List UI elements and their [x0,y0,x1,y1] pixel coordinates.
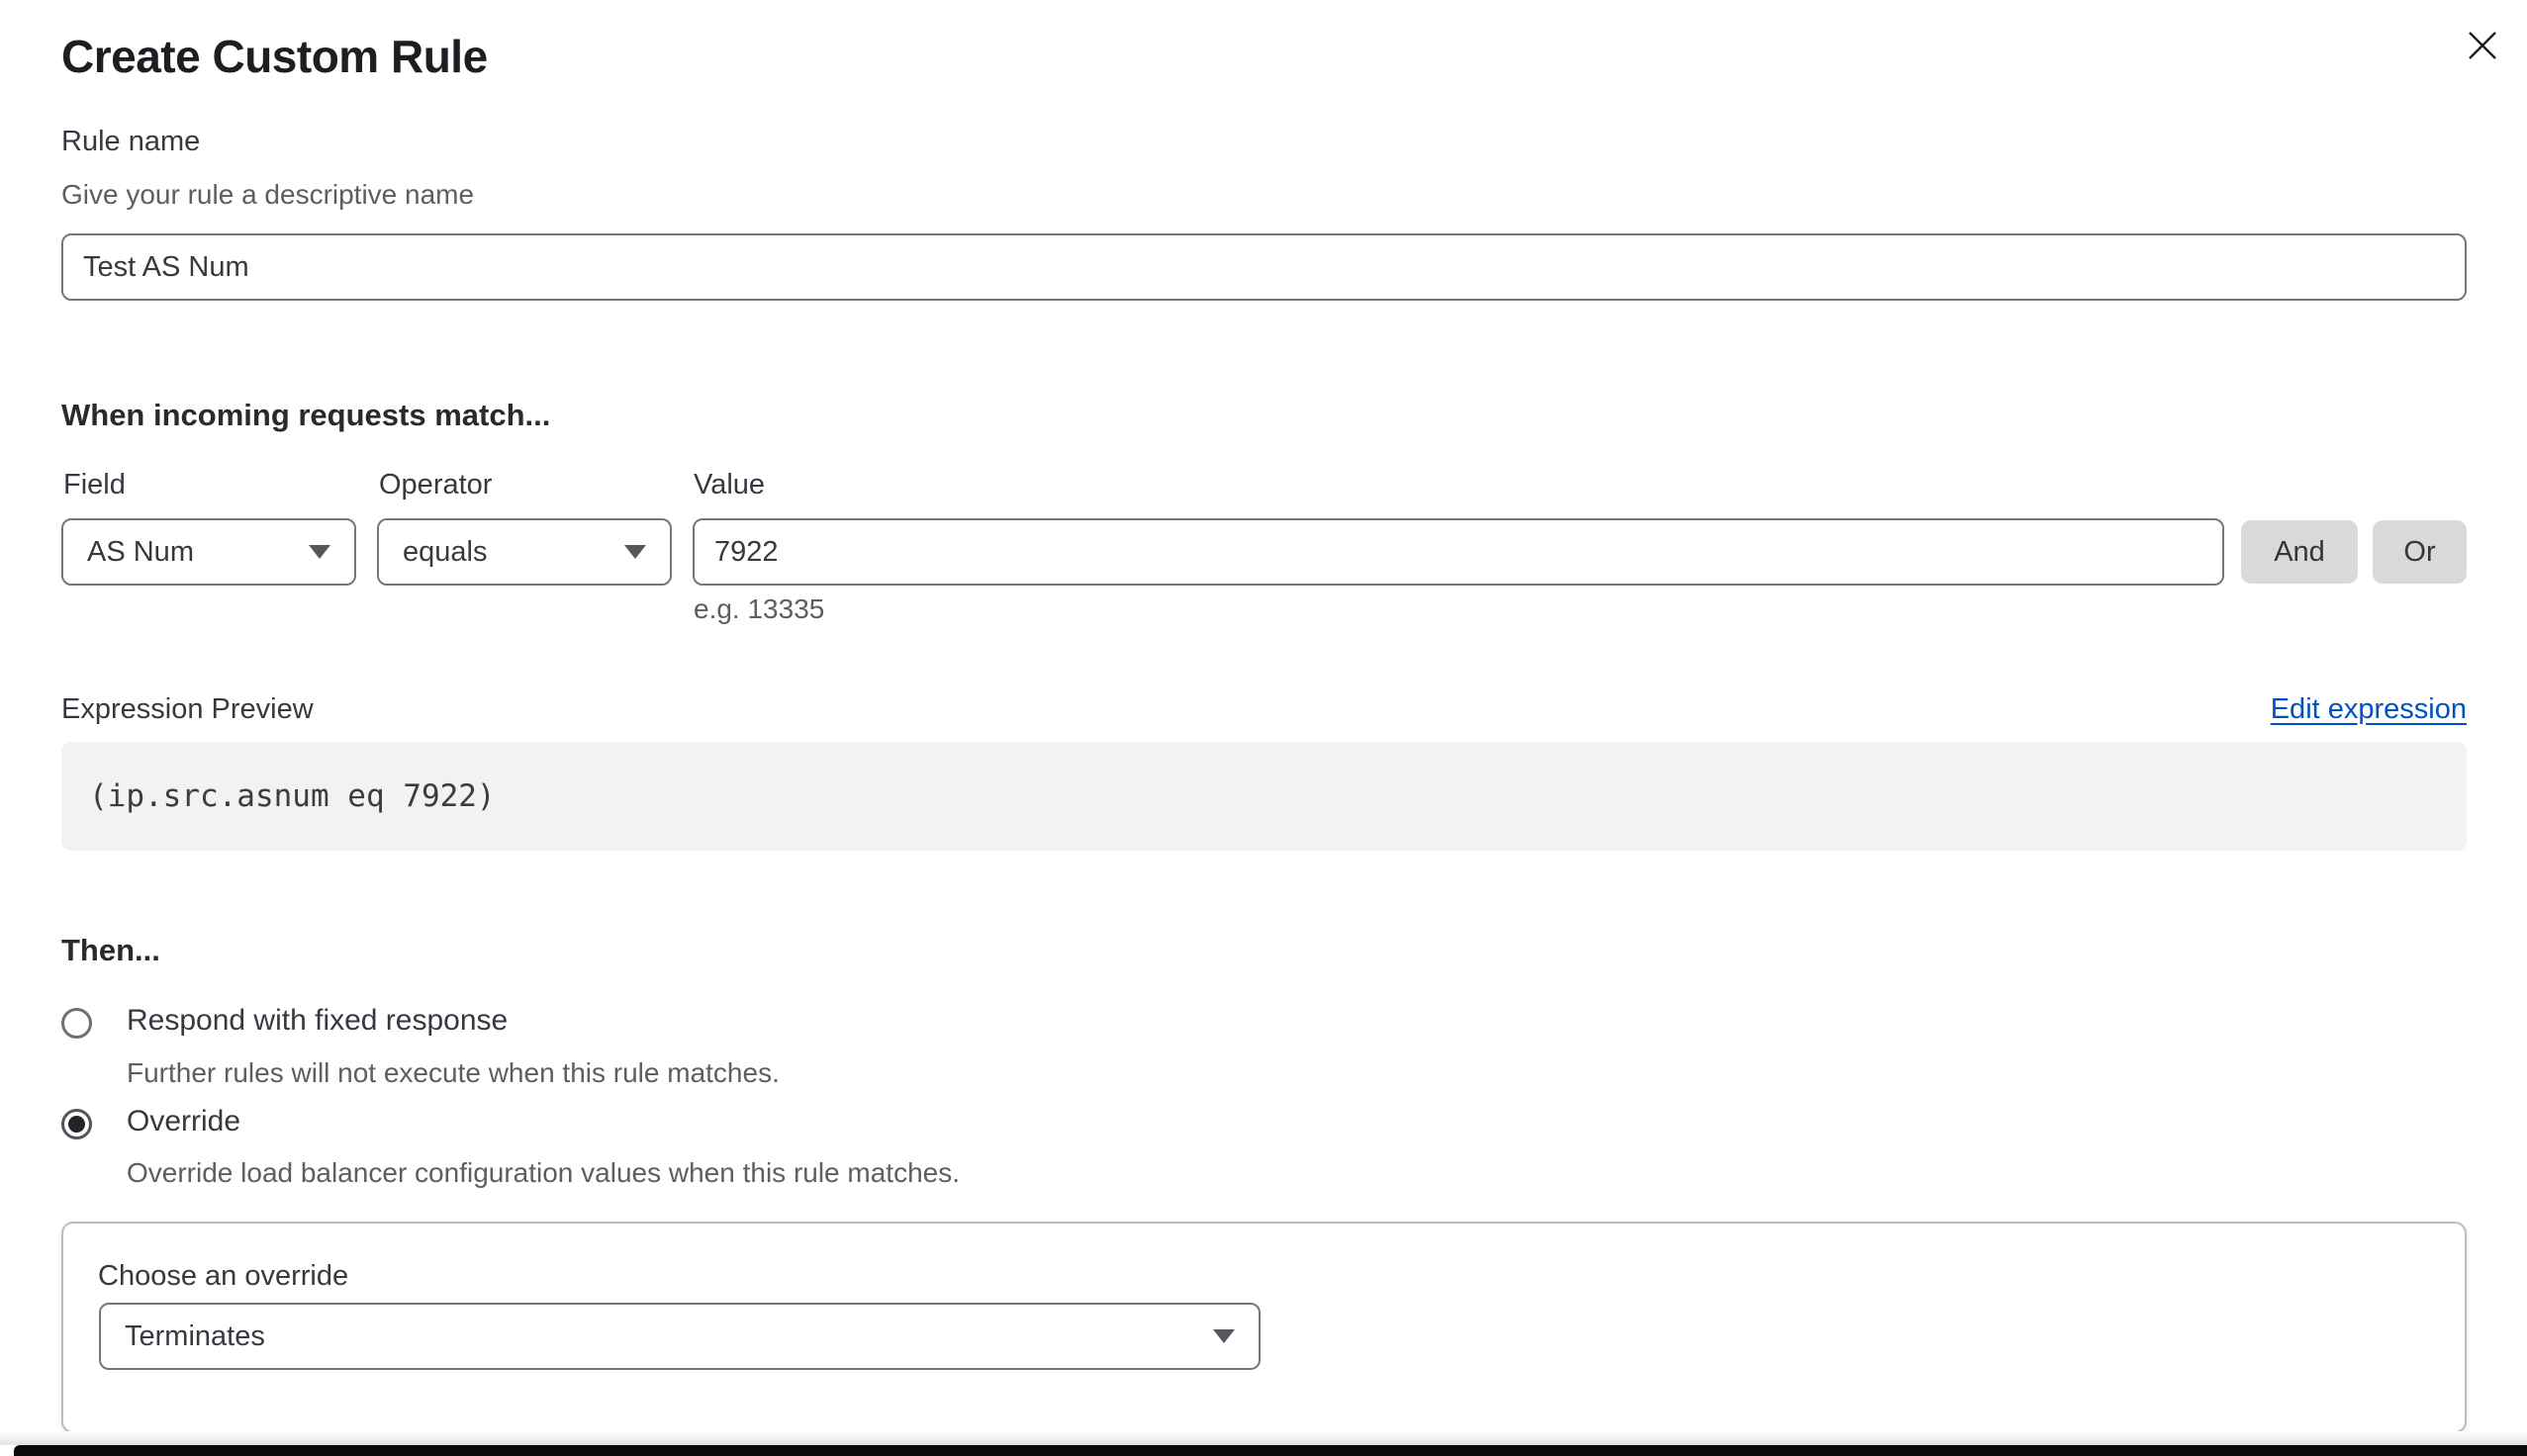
chevron-down-icon [309,545,330,559]
expression-code: (ip.src.asnum eq 7922) [89,778,496,814]
field-label: Field [63,469,126,501]
value-input[interactable] [693,518,2224,586]
expression-preview-block: (ip.src.asnum eq 7922) [61,742,2467,851]
field-select[interactable]: AS Num [61,518,356,586]
edit-expression-link[interactable]: Edit expression [2271,693,2467,726]
chevron-down-icon [624,545,646,559]
chevron-down-icon [1213,1329,1235,1343]
field-select-value: AS Num [87,536,309,569]
then-section-heading: Then... [61,933,160,968]
option-description-override: Override load balancer configuration val… [127,1157,960,1189]
value-hint: e.g. 13335 [694,593,824,625]
radio-button-fixed-response[interactable] [61,1008,92,1039]
option-label-fixed-response[interactable]: Respond with fixed response [127,1004,508,1038]
create-custom-rule-dialog: Create Custom Rule Rule name Give your r… [0,0,2527,1456]
expression-preview-label: Expression Preview [61,693,314,726]
or-button[interactable]: Or [2373,520,2467,584]
match-section-heading: When incoming requests match... [61,398,550,433]
operator-select-value: equals [403,536,624,569]
option-label-override[interactable]: Override [127,1105,240,1138]
close-button[interactable] [2461,24,2504,67]
value-label: Value [694,469,765,501]
choose-override-label: Choose an override [98,1260,348,1293]
override-select-value: Terminates [125,1320,1213,1353]
option-description-fixed-response: Further rules will not execute when this… [127,1057,780,1089]
backdrop-edge-bar [14,1445,2527,1456]
rule-name-label: Rule name [61,126,200,158]
page-title: Create Custom Rule [61,30,488,83]
override-config-panel: Choose an override Terminates [61,1222,2467,1433]
rule-name-input[interactable] [61,233,2467,301]
override-select[interactable]: Terminates [99,1303,1261,1370]
and-button[interactable]: And [2241,520,2358,584]
operator-label: Operator [379,469,492,501]
radio-button-override[interactable] [61,1109,92,1139]
dialog-bottom-shadow [0,1431,2527,1445]
rule-name-description: Give your rule a descriptive name [61,179,474,211]
operator-select[interactable]: equals [377,518,672,586]
close-icon [2468,31,2497,60]
